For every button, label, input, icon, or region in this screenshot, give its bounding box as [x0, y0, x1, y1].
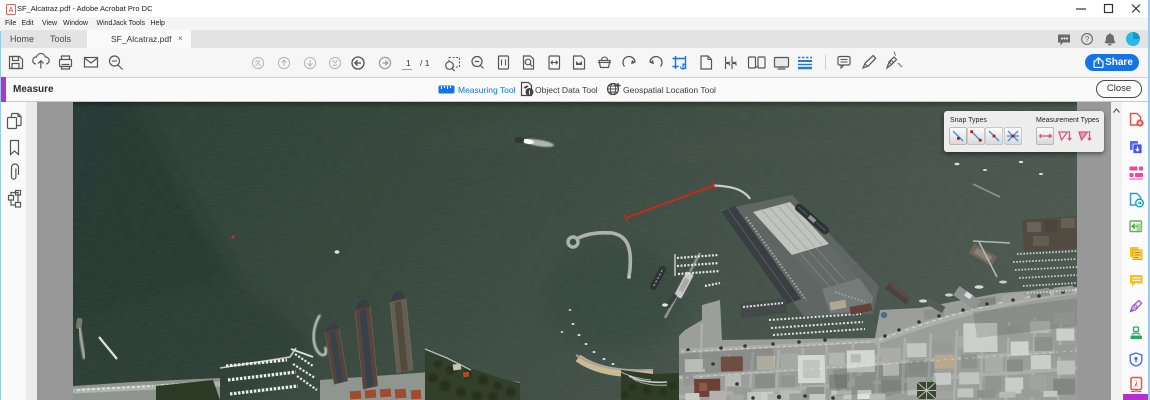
svg-text:λ: λ — [1133, 380, 1138, 389]
svg-text:1: 1 — [406, 58, 411, 68]
svg-text:?: ? — [1085, 35, 1090, 44]
svg-text:i: i — [529, 90, 531, 97]
svg-text:A: A — [9, 7, 14, 14]
svg-text:Measurement Types: Measurement Types — [1036, 117, 1100, 124]
svg-text:Snap Types: Snap Types — [950, 117, 987, 124]
svg-text:/ 1: / 1 — [420, 58, 430, 68]
